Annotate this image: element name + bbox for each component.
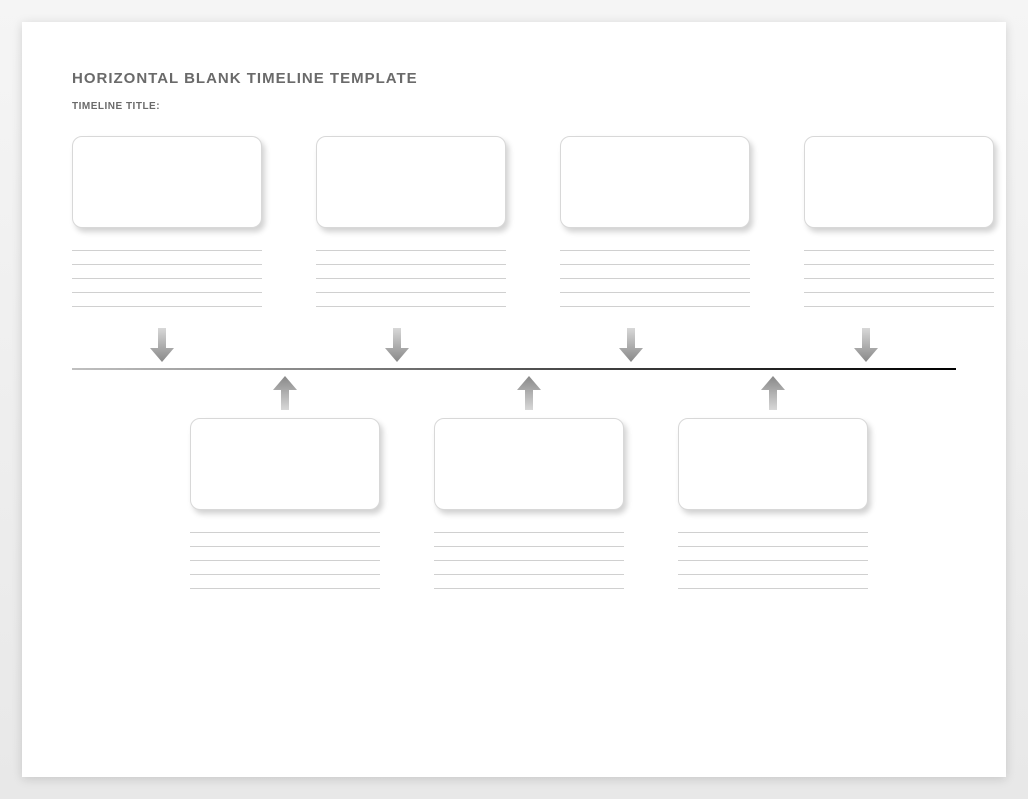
writing-line[interactable] <box>678 532 868 533</box>
arrow-up-icon <box>517 376 541 410</box>
event-card[interactable] <box>678 418 868 510</box>
writing-line[interactable] <box>316 278 506 279</box>
event-lines <box>678 532 868 589</box>
writing-line[interactable] <box>804 278 994 279</box>
event-block <box>72 136 262 320</box>
arrow-down-icon <box>385 328 409 362</box>
writing-line[interactable] <box>190 546 380 547</box>
arrow-down-icon <box>854 328 878 362</box>
timeline-title-label: TIMELINE TITLE: <box>72 101 956 112</box>
event-lines <box>316 250 506 307</box>
writing-line[interactable] <box>190 560 380 561</box>
event-block <box>316 136 506 320</box>
event-card[interactable] <box>72 136 262 228</box>
writing-line[interactable] <box>72 250 262 251</box>
event-block <box>434 418 624 602</box>
event-card[interactable] <box>190 418 380 510</box>
writing-line[interactable] <box>434 588 624 589</box>
event-card[interactable] <box>434 418 624 510</box>
writing-line[interactable] <box>72 264 262 265</box>
writing-line[interactable] <box>434 574 624 575</box>
event-lines <box>190 532 380 589</box>
writing-line[interactable] <box>434 532 624 533</box>
arrow-up-icon <box>273 376 297 410</box>
writing-line[interactable] <box>560 250 750 251</box>
event-card[interactable] <box>560 136 750 228</box>
event-block <box>804 136 994 320</box>
writing-line[interactable] <box>72 278 262 279</box>
event-block <box>560 136 750 320</box>
timeline-axis <box>72 368 956 370</box>
writing-line[interactable] <box>678 560 868 561</box>
event-lines <box>560 250 750 307</box>
writing-line[interactable] <box>316 292 506 293</box>
writing-line[interactable] <box>560 306 750 307</box>
bottom-events-row <box>190 418 956 602</box>
arrow-down-icon <box>150 328 174 362</box>
writing-line[interactable] <box>72 292 262 293</box>
page-title: HORIZONTAL BLANK TIMELINE TEMPLATE <box>72 70 956 87</box>
event-card[interactable] <box>316 136 506 228</box>
writing-line[interactable] <box>434 560 624 561</box>
writing-line[interactable] <box>804 292 994 293</box>
writing-line[interactable] <box>804 306 994 307</box>
writing-line[interactable] <box>804 264 994 265</box>
writing-line[interactable] <box>190 532 380 533</box>
writing-line[interactable] <box>316 264 506 265</box>
arrow-down-icon <box>619 328 643 362</box>
writing-line[interactable] <box>316 250 506 251</box>
template-page: HORIZONTAL BLANK TIMELINE TEMPLATE TIMEL… <box>22 22 1006 777</box>
writing-line[interactable] <box>190 574 380 575</box>
writing-line[interactable] <box>316 306 506 307</box>
down-arrows-row <box>72 328 956 362</box>
event-block <box>190 418 380 602</box>
top-events-row <box>72 136 956 320</box>
event-card[interactable] <box>804 136 994 228</box>
writing-line[interactable] <box>560 292 750 293</box>
writing-line[interactable] <box>72 306 262 307</box>
writing-line[interactable] <box>678 588 868 589</box>
writing-line[interactable] <box>434 546 624 547</box>
writing-line[interactable] <box>560 278 750 279</box>
writing-line[interactable] <box>190 588 380 589</box>
writing-line[interactable] <box>560 264 750 265</box>
writing-line[interactable] <box>678 574 868 575</box>
arrow-up-icon <box>761 376 785 410</box>
event-lines <box>72 250 262 307</box>
writing-line[interactable] <box>678 546 868 547</box>
writing-line[interactable] <box>804 250 994 251</box>
event-block <box>678 418 868 602</box>
up-arrows-row <box>190 376 956 410</box>
event-lines <box>804 250 994 307</box>
event-lines <box>434 532 624 589</box>
